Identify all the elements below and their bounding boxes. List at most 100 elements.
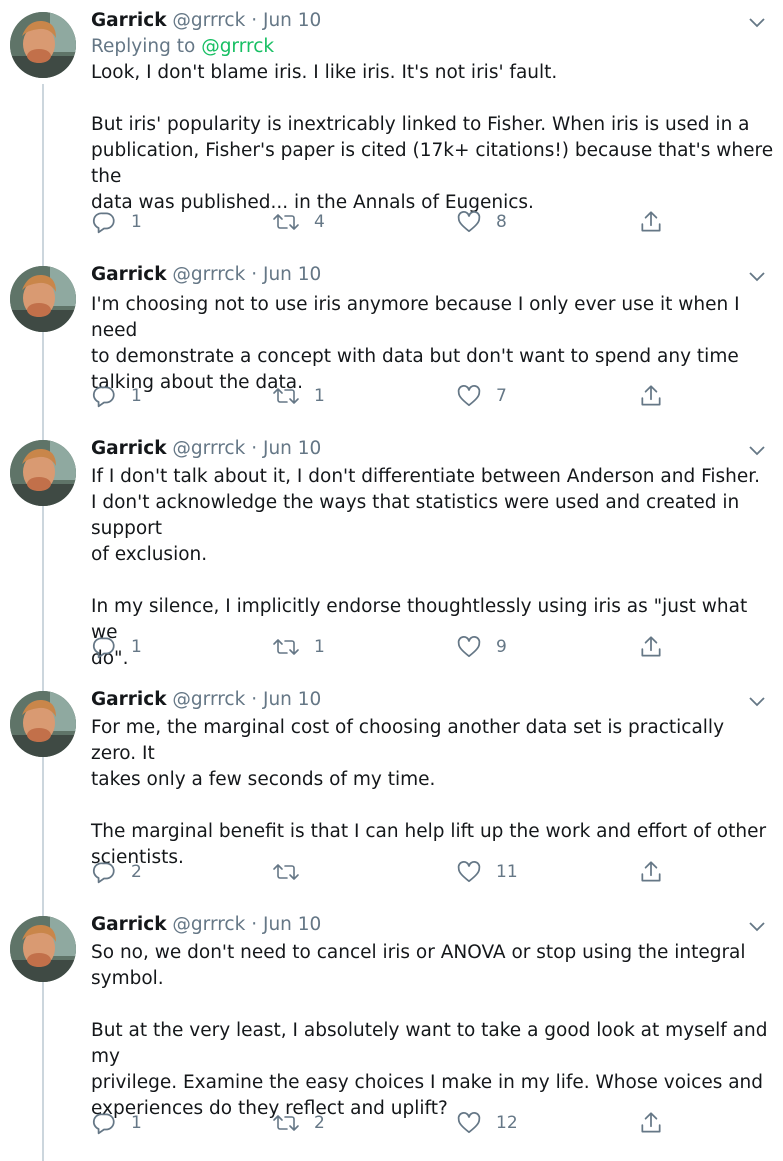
reply-button[interactable]: 2 xyxy=(91,857,142,887)
tweet-paragraph: But at the very least, I absolutely want… xyxy=(91,1020,768,1119)
tweet-header: Garrick @grrrck · Jun 10 xyxy=(91,262,775,288)
avatar[interactable] xyxy=(10,266,76,332)
share-button[interactable] xyxy=(638,632,664,662)
author-name[interactable]: Garrick xyxy=(91,264,167,285)
heart-icon xyxy=(457,861,481,883)
like-button[interactable]: 9 xyxy=(456,632,507,662)
author-handle[interactable]: @grrrck xyxy=(172,914,245,935)
tweet-header: Garrick @grrrck · Jun 10 xyxy=(91,8,775,34)
reply-icon xyxy=(92,637,115,659)
retweet-button[interactable]: 2 xyxy=(272,1108,325,1138)
share-button[interactable] xyxy=(638,1108,664,1138)
like-button[interactable]: 8 xyxy=(456,207,507,237)
like-button[interactable]: 7 xyxy=(456,381,507,411)
tweet-text: So no, we don't need to cancel iris or A… xyxy=(91,940,775,1122)
author-name[interactable]: Garrick xyxy=(91,914,167,935)
tweet-date[interactable]: Jun 10 xyxy=(263,689,321,710)
tweet-header: Garrick @grrrck · Jun 10 xyxy=(91,912,775,938)
tweet-date[interactable]: Jun 10 xyxy=(263,438,321,459)
like-count: 11 xyxy=(496,862,518,882)
thread-connector-line xyxy=(42,84,44,1161)
tweet-paragraph: For me, the marginal cost of choosing an… xyxy=(91,717,725,790)
tweet-paragraph: Look, I don't blame iris. I like iris. I… xyxy=(91,62,558,83)
reply-button[interactable]: 1 xyxy=(91,632,142,662)
avatar-photo xyxy=(10,691,76,757)
retweet-icon xyxy=(273,639,299,655)
tweet-text: For me, the marginal cost of choosing an… xyxy=(91,715,775,871)
tweet-paragraph: If I don't talk about it, I don't differ… xyxy=(91,466,761,565)
reply-icon xyxy=(92,862,115,884)
tweet-header: Garrick @grrrck · Jun 10 xyxy=(91,436,775,462)
retweet-icon xyxy=(273,864,299,880)
tweet-body: Garrick @grrrck · Jun 10 If I don't talk… xyxy=(91,436,775,672)
share-button[interactable] xyxy=(638,857,664,887)
tweet-date[interactable]: Jun 10 xyxy=(263,264,321,285)
chevron-down-icon[interactable] xyxy=(747,440,767,466)
chevron-down-icon[interactable] xyxy=(747,691,767,717)
like-count: 7 xyxy=(496,386,507,406)
retweet-icon xyxy=(273,388,299,404)
heart-icon xyxy=(457,636,481,658)
reply-icon xyxy=(92,1113,115,1135)
replying-to-mention[interactable]: @grrrck xyxy=(201,36,274,57)
avatar[interactable] xyxy=(10,691,76,757)
replying-to: Replying to @grrrck xyxy=(91,34,775,60)
avatar[interactable] xyxy=(10,916,76,982)
reply-icon xyxy=(92,212,115,234)
avatar[interactable] xyxy=(10,440,76,506)
reply-count: 1 xyxy=(131,386,142,406)
avatar-photo xyxy=(10,916,76,982)
like-count: 8 xyxy=(496,212,507,232)
share-icon xyxy=(641,1112,661,1133)
reply-button[interactable]: 1 xyxy=(91,1108,142,1138)
separator-dot: · xyxy=(251,914,258,935)
separator-dot: · xyxy=(251,264,258,285)
share-button[interactable] xyxy=(638,207,664,237)
avatar[interactable] xyxy=(10,12,76,78)
like-button[interactable]: 12 xyxy=(456,1108,518,1138)
reply-button[interactable]: 1 xyxy=(91,381,142,411)
retweet-count: 1 xyxy=(314,637,325,657)
retweet-icon xyxy=(273,214,299,230)
tweet-date[interactable]: Jun 10 xyxy=(263,10,321,31)
reply-count: 1 xyxy=(131,212,142,232)
tweet-paragraph: So no, we don't need to cancel iris or A… xyxy=(91,942,746,989)
reply-count: 2 xyxy=(131,862,142,882)
share-icon xyxy=(641,385,661,406)
tweet-actions: 1 1 7 xyxy=(91,381,775,411)
tweet-actions: 1 4 8 xyxy=(91,207,775,237)
author-handle[interactable]: @grrrck xyxy=(172,10,245,31)
author-name[interactable]: Garrick xyxy=(91,10,167,31)
retweet-count: 2 xyxy=(314,1113,325,1133)
heart-icon xyxy=(457,1112,481,1134)
author-name[interactable]: Garrick xyxy=(91,689,167,710)
share-button[interactable] xyxy=(638,381,664,411)
tweet-body: Garrick @grrrck · Jun 10 Replying to @gr… xyxy=(91,8,775,234)
author-handle[interactable]: @grrrck xyxy=(172,438,245,459)
separator-dot: · xyxy=(251,10,258,31)
chevron-down-icon[interactable] xyxy=(747,266,767,292)
like-button[interactable]: 11 xyxy=(456,857,518,887)
heart-icon xyxy=(457,211,481,233)
tweet-date[interactable]: Jun 10 xyxy=(263,914,321,935)
share-icon xyxy=(641,211,661,232)
chevron-down-icon[interactable] xyxy=(747,916,767,942)
reply-count: 1 xyxy=(131,637,142,657)
reply-button[interactable]: 1 xyxy=(91,207,142,237)
author-name[interactable]: Garrick xyxy=(91,438,167,459)
retweet-button[interactable]: 4 xyxy=(272,207,325,237)
heart-icon xyxy=(457,385,481,407)
retweet-button[interactable]: 1 xyxy=(272,381,325,411)
author-handle[interactable]: @grrrck xyxy=(172,264,245,285)
tweet-actions: 1 2 12 xyxy=(91,1108,775,1138)
tweet-paragraph: But iris' popularity is inextricably lin… xyxy=(91,114,774,213)
reply-count: 1 xyxy=(131,1113,142,1133)
retweet-button[interactable]: 1 xyxy=(272,632,325,662)
retweet-icon xyxy=(273,1115,299,1131)
like-count: 12 xyxy=(496,1113,518,1133)
author-handle[interactable]: @grrrck xyxy=(172,689,245,710)
retweet-count: 1 xyxy=(314,386,325,406)
retweet-button[interactable] xyxy=(272,857,314,887)
tweet-body: Garrick @grrrck · Jun 10 I'm choosing no… xyxy=(91,262,775,408)
chevron-down-icon[interactable] xyxy=(747,12,767,38)
